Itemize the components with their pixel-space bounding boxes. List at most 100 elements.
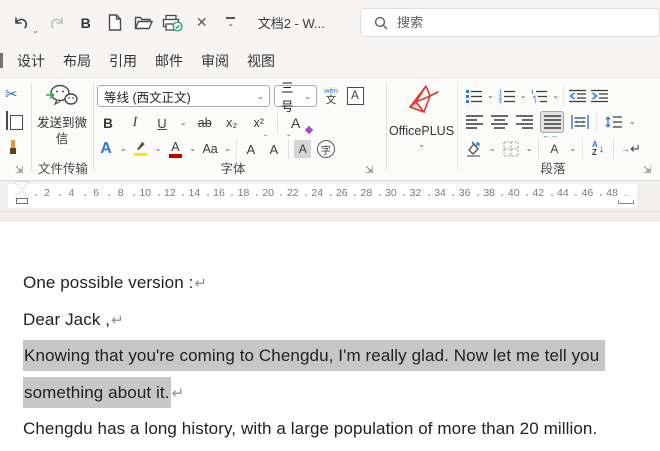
chevron-down-icon[interactable]: ⌄ bbox=[304, 92, 316, 101]
enclose-characters-icon[interactable]: 字 bbox=[316, 138, 335, 160]
ruler-tick bbox=[157, 194, 160, 196]
left-indent-marker[interactable] bbox=[16, 198, 28, 204]
italic-button[interactable]: I bbox=[126, 112, 144, 134]
document-line[interactable]: Knowing that you're coming to Chengdu, I… bbox=[23, 338, 654, 375]
character-border-icon[interactable]: A bbox=[346, 85, 364, 107]
change-case-dropdown-icon[interactable]: ⌄ bbox=[224, 145, 231, 153]
customize-toolbar-icon[interactable]: ⌄ bbox=[220, 11, 242, 35]
line-spacing-icon[interactable] bbox=[604, 111, 622, 133]
cut-icon[interactable]: ✂ bbox=[5, 85, 18, 103]
character-scaling-dropdown-icon[interactable]: ⌄ bbox=[569, 145, 576, 153]
tab-view[interactable]: 视图 bbox=[247, 51, 275, 71]
ruler-number: 40 bbox=[507, 187, 520, 199]
document-line[interactable]: One possible version :↵ bbox=[23, 265, 654, 302]
align-right-icon[interactable] bbox=[515, 111, 533, 133]
copy-icon[interactable] bbox=[6, 111, 8, 130]
align-center-icon[interactable] bbox=[490, 111, 508, 133]
character-shading-icon[interactable]: A bbox=[294, 138, 312, 160]
paragraph-mark-icon: ↵ bbox=[171, 384, 185, 402]
horizontal-ruler[interactable]: 2 4 6 8 10 12 14 16 18 20 22 24 26 28 30 32 34 36 38 40 42 44… bbox=[0, 181, 660, 211]
document-page[interactable]: One possible version :↵ Dear Jack ,↵ Knowi… bbox=[0, 222, 660, 451]
undo-dropdown-icon[interactable]: ⌄ bbox=[32, 26, 39, 35]
font-color-dropdown-icon[interactable]: ⌄ bbox=[189, 145, 196, 153]
document-line[interactable]: Chengdu has a long history, with a large… bbox=[23, 411, 654, 448]
first-line-indent-marker[interactable] bbox=[15, 182, 29, 189]
decrease-indent-icon[interactable] bbox=[568, 85, 586, 107]
tab-mailings[interactable]: 邮件 bbox=[155, 51, 183, 71]
line-spacing-dropdown-icon[interactable]: ⌄ bbox=[629, 118, 636, 126]
shading-dropdown-icon[interactable]: ⌄ bbox=[489, 145, 496, 153]
print-preview-icon[interactable] bbox=[162, 11, 184, 35]
bold-quick-icon[interactable]: B bbox=[75, 11, 97, 35]
highlight-dropdown-icon[interactable]: ⌄ bbox=[155, 145, 162, 153]
character-scaling-icon[interactable]: ←→ A bbox=[542, 131, 563, 160]
undo-icon[interactable] bbox=[10, 11, 32, 35]
ribbon-tabs: 设计 布局 引用 邮件 审阅 视图 bbox=[0, 45, 660, 78]
distributed-icon[interactable] bbox=[571, 111, 589, 133]
underline-button[interactable]: U bbox=[153, 112, 171, 134]
chevron-down-icon[interactable]: ⌄ bbox=[257, 92, 269, 101]
borders-icon[interactable] bbox=[502, 138, 520, 160]
close-document-icon[interactable]: ✕ bbox=[191, 11, 213, 35]
page-top-gap bbox=[0, 211, 660, 222]
search-input[interactable] bbox=[397, 15, 597, 30]
subscript-button[interactable]: x₂ bbox=[223, 112, 241, 134]
ruler-tick bbox=[599, 194, 602, 196]
send-to-wechat-button[interactable]: 发送到微信 bbox=[32, 82, 92, 162]
text-effects-icon[interactable]: A bbox=[97, 138, 115, 160]
shrink-font-icon[interactable]: Aˇ bbox=[265, 134, 289, 160]
document-line[interactable]: Dear Jack ,↵ bbox=[23, 302, 654, 339]
clipped-tab[interactable] bbox=[0, 53, 3, 68]
search-box[interactable] bbox=[360, 8, 660, 37]
clear-formatting-icon[interactable]: A bbox=[287, 112, 313, 135]
paragraph-dialog-launcher-icon[interactable]: ⇲ bbox=[643, 166, 651, 176]
ruler-number: 44 bbox=[557, 187, 569, 199]
underline-dropdown-icon[interactable]: ⌄ bbox=[180, 119, 187, 127]
highlight-color-icon[interactable] bbox=[132, 138, 150, 160]
change-case-button[interactable]: Aa bbox=[201, 138, 219, 160]
justify-icon[interactable] bbox=[540, 111, 564, 133]
numbering-icon[interactable]: 123 bbox=[498, 85, 516, 107]
ruler-number: 48 bbox=[606, 187, 618, 199]
font-dialog-launcher-icon[interactable]: ⇲ bbox=[365, 166, 373, 176]
ruler-number: 12 bbox=[163, 187, 176, 199]
document-line[interactable]: something about it. ↵ bbox=[23, 375, 654, 412]
grow-font-icon[interactable]: Aˆ bbox=[242, 134, 266, 160]
open-folder-icon[interactable] bbox=[133, 11, 155, 35]
strikethrough-button[interactable]: ab bbox=[196, 112, 214, 134]
phonetic-guide-icon[interactable]: wén 文 bbox=[322, 85, 340, 107]
font-color-icon[interactable]: A bbox=[166, 138, 184, 160]
redo-icon[interactable] bbox=[46, 11, 68, 35]
font-name-combo[interactable]: 等线 (西文正文) ⌄ bbox=[97, 85, 270, 107]
tab-layout[interactable]: 布局 bbox=[63, 51, 91, 71]
hanging-indent-marker[interactable] bbox=[15, 191, 29, 198]
multilevel-dropdown-icon[interactable]: ⌄ bbox=[552, 92, 559, 100]
increase-indent-icon[interactable] bbox=[590, 85, 608, 107]
tab-design[interactable]: 设计 bbox=[17, 51, 45, 71]
ruler-number: 36 bbox=[458, 187, 471, 199]
superscript-button[interactable]: x² bbox=[250, 112, 268, 134]
shading-icon[interactable] bbox=[465, 138, 483, 160]
ruler-number: 8 bbox=[117, 187, 124, 199]
paragraph-mark-icon: ↵ bbox=[111, 311, 124, 329]
align-left-icon[interactable] bbox=[465, 111, 483, 133]
tab-references[interactable]: 引用 bbox=[109, 51, 137, 71]
ruler-tick bbox=[329, 194, 332, 196]
ruler-number: 28 bbox=[360, 187, 373, 199]
new-document-icon[interactable] bbox=[104, 11, 126, 35]
ruler-number: 2 bbox=[44, 187, 50, 199]
officeplus-button[interactable]: OfficePLUS ⌄ bbox=[387, 82, 456, 168]
clipboard-dialog-launcher-icon[interactable]: ⇲ bbox=[15, 166, 23, 176]
sort-icon[interactable]: A Z ↓ bbox=[589, 138, 607, 160]
bullets-icon[interactable] bbox=[465, 85, 483, 107]
font-size-combo[interactable]: 三号 ⌄ bbox=[274, 81, 317, 114]
bullets-dropdown-icon[interactable]: ⌄ bbox=[487, 92, 494, 100]
borders-dropdown-icon[interactable]: ⌄ bbox=[526, 145, 533, 153]
officeplus-dropdown-icon[interactable]: ⌄ bbox=[418, 141, 425, 149]
bold-button[interactable]: B bbox=[99, 112, 117, 134]
show-hide-marks-icon[interactable]: → ↵ bbox=[620, 138, 641, 160]
tab-review[interactable]: 审阅 bbox=[201, 51, 229, 71]
multilevel-list-icon[interactable]: 1ai bbox=[530, 85, 548, 107]
numbering-dropdown-icon[interactable]: ⌄ bbox=[520, 92, 527, 100]
text-effects-dropdown-icon[interactable]: ⌄ bbox=[120, 145, 127, 153]
